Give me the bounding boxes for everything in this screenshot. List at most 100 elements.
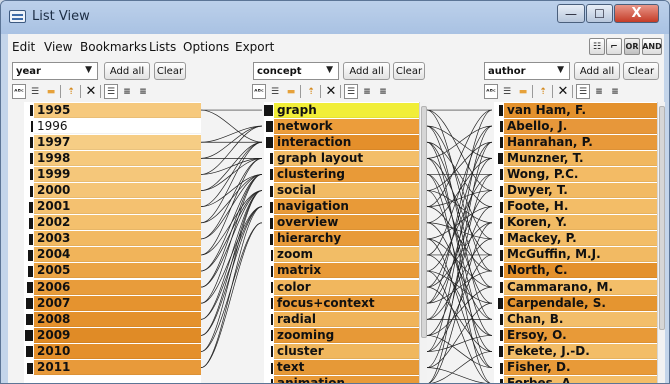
remove-icon[interactable]: ✕	[324, 84, 338, 99]
list-item[interactable]: 2003	[24, 231, 201, 247]
list-item[interactable]: 2005	[24, 263, 201, 279]
maximize-button[interactable]: ☐	[586, 4, 613, 23]
list-item[interactable]: Wong, P.C.	[494, 166, 657, 182]
align-center-icon[interactable]: ≡	[592, 84, 606, 99]
list-item[interactable]: 2011	[24, 360, 201, 376]
list-item[interactable]: zoom	[264, 247, 419, 263]
list-view-icon[interactable]: ☰	[500, 84, 514, 99]
layout-icon[interactable]: ☷	[589, 38, 605, 55]
list-item[interactable]: Dwyer, T.	[494, 182, 657, 199]
year-add-all-button[interactable]: Add all	[104, 62, 150, 80]
list-item[interactable]: graph layout	[264, 150, 419, 166]
sort-frequency-icon[interactable]: ⇡	[64, 84, 78, 99]
menu-bookmarks[interactable]: Bookmarks	[80, 40, 147, 54]
align-center-icon[interactable]: ≡	[120, 84, 134, 99]
year-facet-select[interactable]: year ▼	[12, 62, 98, 80]
list-item[interactable]: text	[264, 360, 419, 376]
menu-options[interactable]: Options	[183, 40, 229, 54]
author-scrollbar[interactable]	[657, 102, 665, 383]
minimize-button[interactable]: —	[557, 4, 585, 23]
list-item[interactable]: radial	[264, 311, 419, 327]
list-item[interactable]: 2007	[24, 295, 201, 311]
title-bar[interactable]: List View — ☐ X	[1, 1, 669, 34]
list-item[interactable]: 2002	[24, 215, 201, 231]
year-clear-button[interactable]: Clear	[154, 62, 186, 80]
list-item[interactable]: Abello, J.	[494, 118, 657, 134]
author-clear-button[interactable]: Clear	[623, 62, 659, 80]
menu-edit[interactable]: Edit	[12, 40, 35, 54]
list-item[interactable]: 2009	[24, 327, 201, 343]
remove-icon[interactable]: ✕	[556, 84, 570, 99]
concept-scrollbar[interactable]	[419, 102, 427, 383]
list-item[interactable]: Koren, Y.	[494, 215, 657, 231]
list-item[interactable]: 2004	[24, 247, 201, 263]
align-left-icon[interactable]: ☰	[576, 84, 590, 99]
list-item[interactable]: Hanrahan, P.	[494, 134, 657, 150]
list-item[interactable]: social	[264, 182, 419, 199]
menu-lists[interactable]: Lists	[149, 40, 176, 54]
list-item[interactable]: navigation	[264, 199, 419, 215]
align-center-icon[interactable]: ≡	[360, 84, 374, 99]
list-item[interactable]: focus+context	[264, 295, 419, 311]
list-item[interactable]: clustering	[264, 166, 419, 182]
list-item[interactable]: color	[264, 279, 419, 295]
list-item[interactable]: graph	[264, 102, 419, 118]
align-right-icon[interactable]: ≡	[376, 84, 390, 99]
scrollbar-thumb[interactable]	[659, 106, 665, 330]
list-item[interactable]: Fisher, D.	[494, 360, 657, 376]
list-item[interactable]: network	[264, 118, 419, 134]
list-item[interactable]: North, C.	[494, 263, 657, 279]
list-item[interactable]: 1997	[24, 134, 201, 150]
close-button[interactable]: X	[614, 4, 659, 23]
sort-frequency-icon[interactable]: ⇡	[536, 84, 550, 99]
list-item[interactable]: Mackey, P.	[494, 231, 657, 247]
list-item[interactable]: Cammarano, M.	[494, 279, 657, 295]
list-item[interactable]: 2006	[24, 279, 201, 295]
list-item[interactable]: matrix	[264, 263, 419, 279]
list-item[interactable]: 2001	[24, 199, 201, 215]
list-item[interactable]: 1996	[24, 118, 201, 134]
bar-view-icon[interactable]: ▬	[516, 84, 530, 99]
bar-view-icon[interactable]: ▬	[284, 84, 298, 99]
list-item[interactable]: Forbes, A.	[494, 376, 657, 383]
list-view-icon[interactable]: ☰	[28, 84, 42, 99]
list-item[interactable]: Carpendale, S.	[494, 295, 657, 311]
list-item[interactable]: 2008	[24, 311, 201, 327]
align-left-icon[interactable]: ☰	[104, 84, 118, 99]
list-item[interactable]: Munzner, T.	[494, 150, 657, 166]
list-item[interactable]: 1998	[24, 150, 201, 166]
sort-alphabetical-icon[interactable]: ᴬᴮᶜ	[12, 84, 26, 99]
align-right-icon[interactable]: ≡	[608, 84, 622, 99]
list-item[interactable]: interaction	[264, 134, 419, 150]
author-add-all-button[interactable]: Add all	[574, 62, 620, 80]
sort-frequency-icon[interactable]: ⇡	[304, 84, 318, 99]
list-item[interactable]: Fekete, J.-D.	[494, 343, 657, 359]
concept-clear-button[interactable]: Clear	[393, 62, 425, 80]
author-facet-select[interactable]: author ▼	[484, 62, 570, 80]
list-item[interactable]: overview	[264, 215, 419, 231]
list-item[interactable]: McGuffin, M.J.	[494, 247, 657, 263]
sort-alphabetical-icon[interactable]: ᴬᴮᶜ	[484, 84, 498, 99]
and-button[interactable]: AND	[642, 38, 662, 55]
concept-add-all-button[interactable]: Add all	[343, 62, 390, 80]
list-item[interactable]: Chan, B.	[494, 311, 657, 327]
align-right-icon[interactable]: ≡	[136, 84, 150, 99]
or-button[interactable]: OR	[624, 38, 640, 55]
list-item[interactable]: Ersoy, O.	[494, 327, 657, 343]
menu-export[interactable]: Export	[235, 40, 274, 54]
list-item[interactable]: 2000	[24, 182, 201, 199]
sort-alphabetical-icon[interactable]: ᴬᴮᶜ	[252, 84, 266, 99]
list-item[interactable]: Foote, H.	[494, 199, 657, 215]
list-item[interactable]: hierarchy	[264, 231, 419, 247]
list-item[interactable]: cluster	[264, 343, 419, 359]
align-left-icon[interactable]: ☰	[344, 84, 358, 99]
link-icon[interactable]: ⌐	[606, 38, 622, 55]
list-item[interactable]: van Ham, F.	[494, 102, 657, 118]
list-item[interactable]: 1995	[24, 102, 201, 118]
list-item[interactable]: animation	[264, 376, 419, 383]
scrollbar-thumb[interactable]	[421, 106, 427, 338]
remove-icon[interactable]: ✕	[84, 84, 98, 99]
list-item[interactable]: zooming	[264, 327, 419, 343]
bar-view-icon[interactable]: ▬	[44, 84, 58, 99]
menu-view[interactable]: View	[44, 40, 72, 54]
